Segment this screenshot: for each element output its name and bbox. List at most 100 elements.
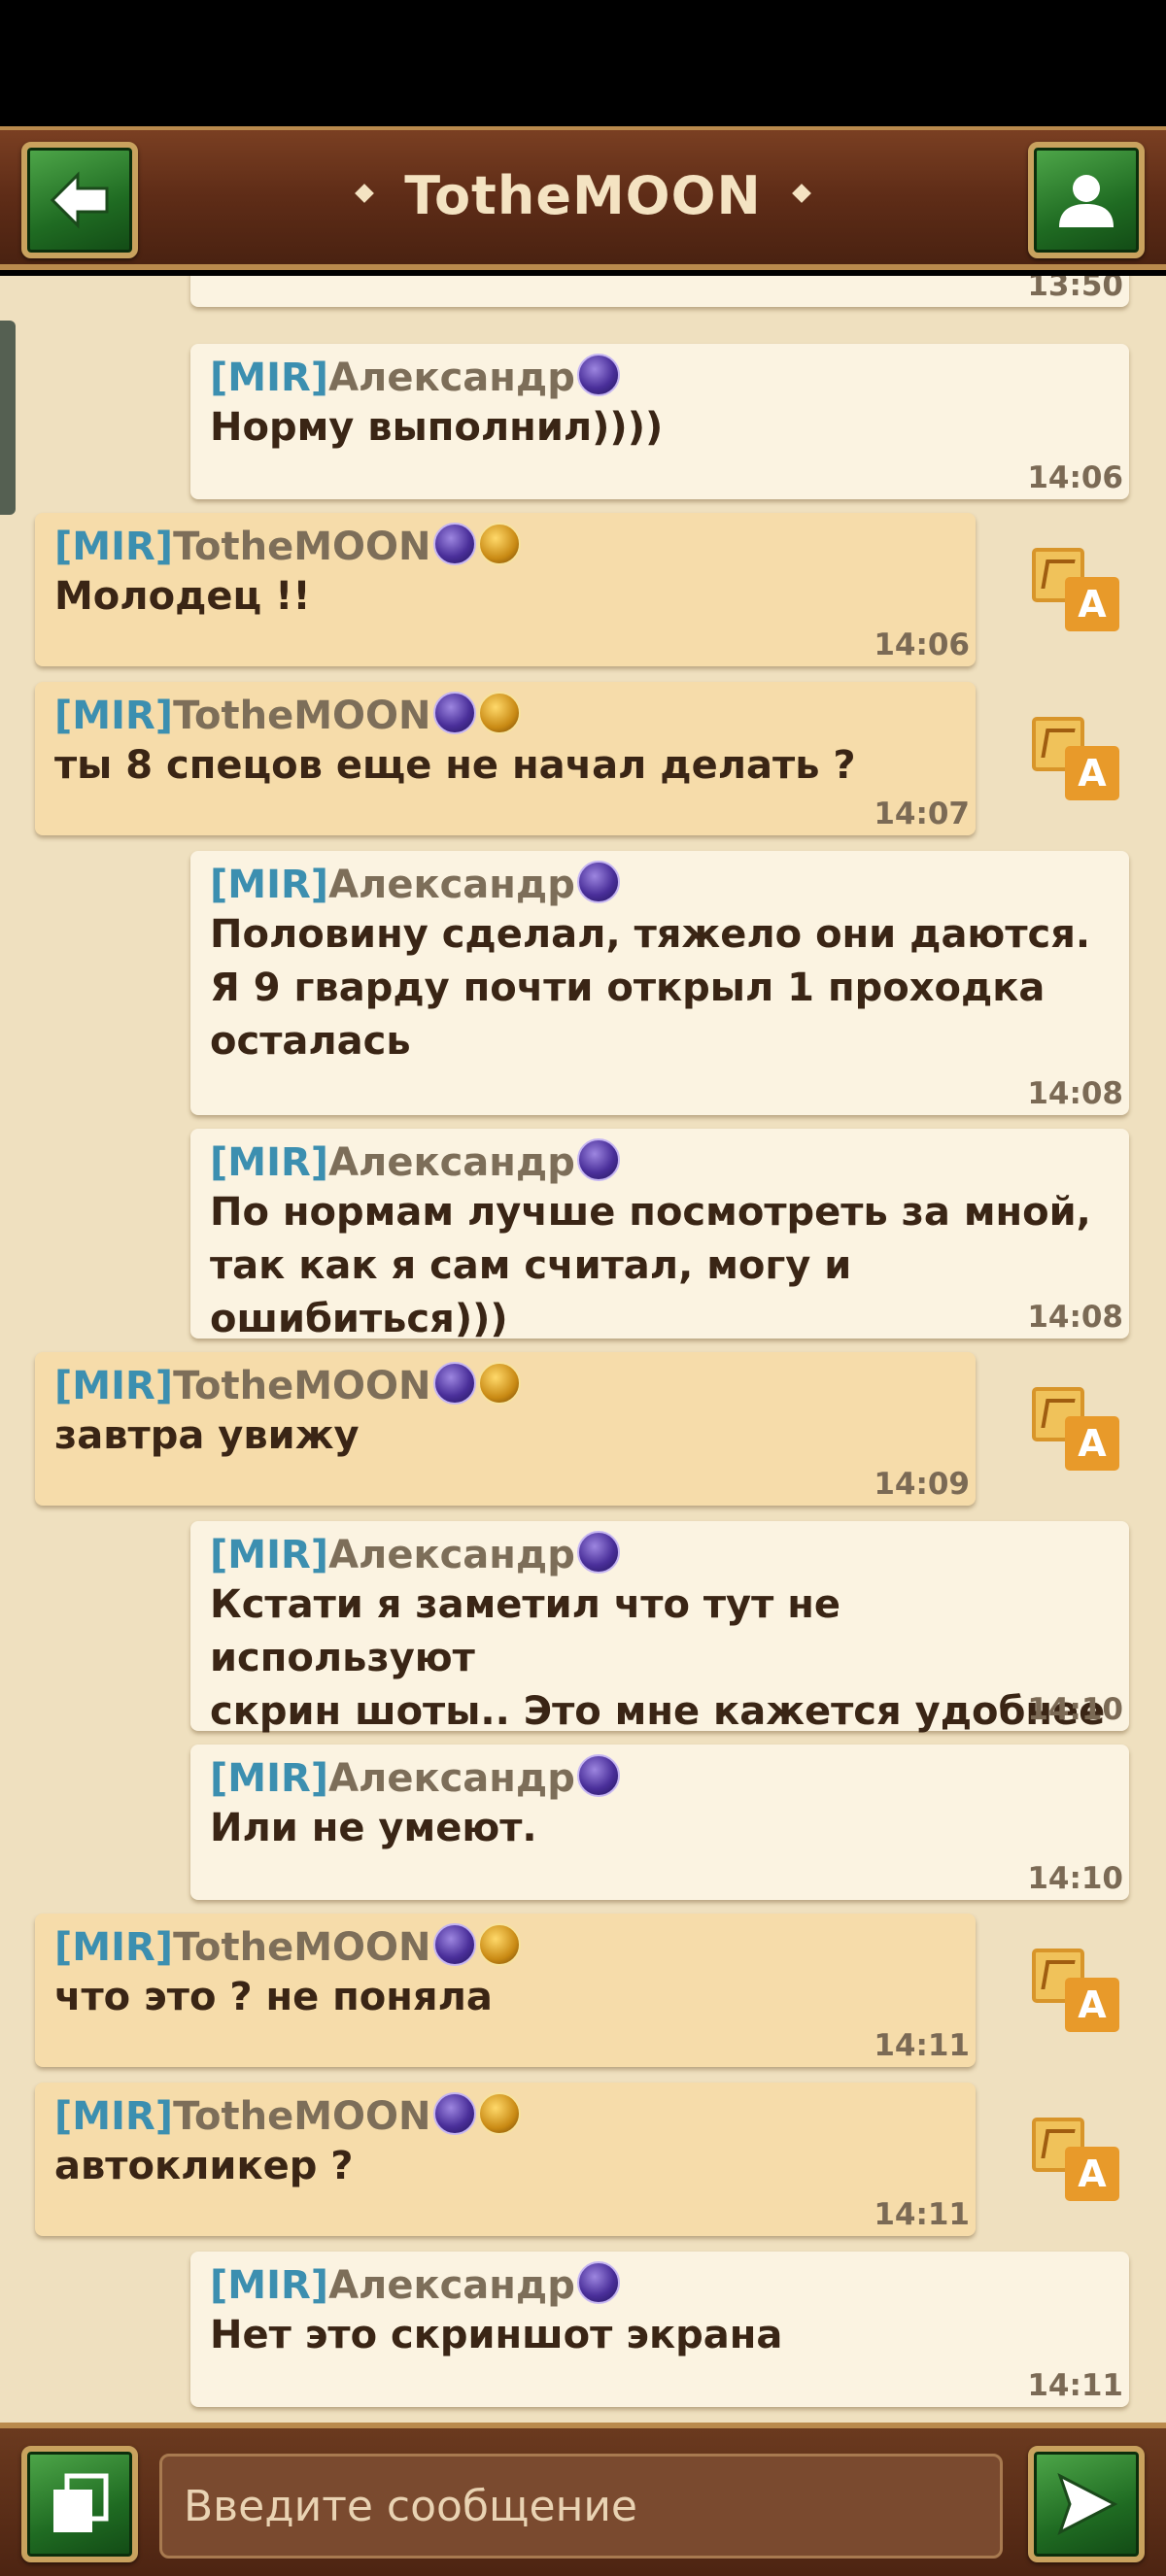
- message-text: Нет это скриншот экрана: [210, 2313, 783, 2357]
- message-sender[interactable]: [MIR]Александр: [210, 2261, 1110, 2309]
- message-text: ты 8 спецов еще не начал делать ?: [54, 743, 856, 788]
- message-bubble-incoming[interactable]: [MIR]TotheMOON Молодец !! 14:06: [35, 513, 976, 666]
- gold-rank-badge-icon: [477, 2092, 521, 2135]
- message-list[interactable]: 13:50 [MIR]Александр Норму выполнил)))) 14:…: [0, 276, 1166, 2423]
- message-text: Кстати я заметил что тут не используют с…: [210, 1582, 1106, 1734]
- message-bubble-outgoing[interactable]: [MIR]Александр Нет это скриншот экрана 14:…: [190, 2252, 1129, 2407]
- clan-tag: [MIR]: [210, 863, 329, 907]
- copy-icon: [53, 2473, 109, 2532]
- clan-tag: [MIR]: [54, 2094, 174, 2139]
- page-title: TotheMOON: [194, 165, 972, 226]
- message-bubble-incoming[interactable]: [MIR]TotheMOON ты 8 спецов еще не начал д…: [35, 682, 976, 835]
- message-timestamp: 14:06: [1027, 460, 1123, 495]
- message-bubble-outgoing[interactable]: 13:50: [190, 276, 1129, 307]
- translate-button[interactable]: A: [1032, 1949, 1119, 2034]
- sender-name: Александр: [328, 863, 575, 907]
- message-text: Или не умеют.: [210, 1806, 537, 1850]
- translate-target-icon: A: [1065, 577, 1119, 631]
- sender-name: TotheMOON: [173, 694, 431, 738]
- translate-button[interactable]: A: [1032, 1387, 1119, 1473]
- clan-tag: [MIR]: [210, 2263, 329, 2308]
- purple-rank-badge-icon: [576, 354, 620, 396]
- translate-target-icon: A: [1065, 2147, 1119, 2201]
- clan-tag: [MIR]: [210, 1533, 329, 1577]
- purple-rank-badge-icon: [432, 2092, 476, 2135]
- message-timestamp: 14:09: [874, 1467, 970, 1502]
- message-bubble-incoming[interactable]: [MIR]TotheMOON автокликер ? 14:11: [35, 2083, 976, 2236]
- purple-rank-badge-icon: [576, 861, 620, 903]
- translate-target-icon: A: [1065, 1978, 1119, 2032]
- sender-name: Александр: [328, 1140, 575, 1185]
- message-input-placeholder: Введите сообщение: [184, 2481, 638, 2531]
- message-text: Молодец !!: [54, 574, 311, 619]
- diamond-ornament-icon: [791, 184, 811, 204]
- message-bubble-outgoing[interactable]: [MIR]Александр Половину сделал, тяжело он…: [190, 851, 1129, 1115]
- message-text: завтра увижу: [54, 1413, 360, 1458]
- sender-name: TotheMOON: [173, 525, 431, 569]
- message-sender[interactable]: [MIR]TotheMOON: [54, 1923, 956, 1971]
- purple-rank-badge-icon: [432, 523, 476, 565]
- message-bubble-outgoing[interactable]: [MIR]Александр Или не умеют. 14:10: [190, 1745, 1129, 1900]
- side-panel-handle[interactable]: [0, 321, 16, 515]
- message-input[interactable]: Введите сообщение: [159, 2454, 1003, 2559]
- sender-name: Александр: [328, 1533, 575, 1577]
- clan-tag: [MIR]: [54, 1925, 174, 1970]
- profile-button[interactable]: [1028, 142, 1145, 258]
- message-bubble-outgoing[interactable]: [MIR]Александр По нормам лучше посмотреть…: [190, 1129, 1129, 1341]
- message-sender[interactable]: [MIR]TotheMOON: [54, 1362, 956, 1409]
- message-sender[interactable]: [MIR]Александр: [210, 1754, 1110, 1802]
- purple-rank-badge-icon: [576, 1531, 620, 1574]
- message-sender[interactable]: [MIR]Александр: [210, 1531, 1110, 1578]
- message-sender[interactable]: [MIR]TotheMOON: [54, 2092, 956, 2140]
- arrow-left-icon: [50, 171, 109, 229]
- sender-name: TotheMOON: [173, 2094, 431, 2139]
- message-bubble-outgoing[interactable]: [MIR]Александр Кстати я заметил что тут н…: [190, 1521, 1129, 1734]
- message-timestamp: 14:10: [1027, 1861, 1123, 1896]
- message-sender[interactable]: [MIR]Александр: [210, 354, 1110, 401]
- translate-button[interactable]: A: [1032, 548, 1119, 633]
- diamond-ornament-icon: [355, 184, 375, 204]
- gold-rank-badge-icon: [477, 1362, 521, 1405]
- send-arrow-icon: [1057, 2472, 1118, 2536]
- copy-button[interactable]: [21, 2446, 138, 2562]
- message-sender[interactable]: [MIR]Александр: [210, 1138, 1110, 1186]
- message-text: автокликер ?: [54, 2144, 354, 2188]
- message-sender[interactable]: [MIR]Александр: [210, 861, 1110, 908]
- clan-tag: [MIR]: [210, 1140, 329, 1185]
- message-text: Норму выполнил)))): [210, 405, 664, 450]
- message-text: По нормам лучше посмотреть за мной, так …: [210, 1190, 1091, 1341]
- status-bar: [0, 0, 1166, 126]
- purple-rank-badge-icon: [432, 1362, 476, 1405]
- message-sender[interactable]: [MIR]TotheMOON: [54, 692, 956, 739]
- message-timestamp: 14:11: [874, 2197, 970, 2232]
- message-bubble-outgoing[interactable]: [MIR]Александр Норму выполнил)))) 14:06: [190, 344, 1129, 499]
- message-sender[interactable]: [MIR]TotheMOON: [54, 523, 956, 570]
- chat-title: TotheMOON: [404, 165, 762, 226]
- message-timestamp: 14:11: [1027, 2368, 1123, 2403]
- message-bubble-incoming[interactable]: [MIR]TotheMOON что это ? не поняла 14:11: [35, 1914, 976, 2067]
- message-bubble-incoming[interactable]: [MIR]TotheMOON завтра увижу 14:09: [35, 1352, 976, 1506]
- purple-rank-badge-icon: [576, 1138, 620, 1181]
- message-timestamp: 14:08: [1027, 1076, 1123, 1111]
- purple-rank-badge-icon: [432, 692, 476, 734]
- sender-name: Александр: [328, 1756, 575, 1801]
- translate-button[interactable]: A: [1032, 2118, 1119, 2203]
- translate-target-icon: A: [1065, 1416, 1119, 1471]
- sender-name: Александр: [328, 2263, 575, 2308]
- message-text: что это ? не поняла: [54, 1975, 493, 2019]
- gold-rank-badge-icon: [477, 523, 521, 565]
- message-text: Половину сделал, тяжело они даются. Я 9 …: [210, 912, 1091, 1064]
- message-timestamp: 14:08: [1027, 1300, 1123, 1335]
- purple-rank-badge-icon: [576, 2261, 620, 2304]
- back-button[interactable]: [21, 142, 138, 258]
- clan-tag: [MIR]: [210, 1756, 329, 1801]
- gold-rank-badge-icon: [477, 1923, 521, 1966]
- user-icon: [1059, 175, 1114, 227]
- message-timestamp: 14:07: [874, 797, 970, 831]
- translate-button[interactable]: A: [1032, 717, 1119, 802]
- purple-rank-badge-icon: [576, 1754, 620, 1797]
- chat-footer: Введите сообщение: [0, 2423, 1166, 2576]
- message-timestamp: 13:50: [1027, 276, 1123, 303]
- send-button[interactable]: [1028, 2446, 1145, 2562]
- clan-tag: [MIR]: [54, 525, 174, 569]
